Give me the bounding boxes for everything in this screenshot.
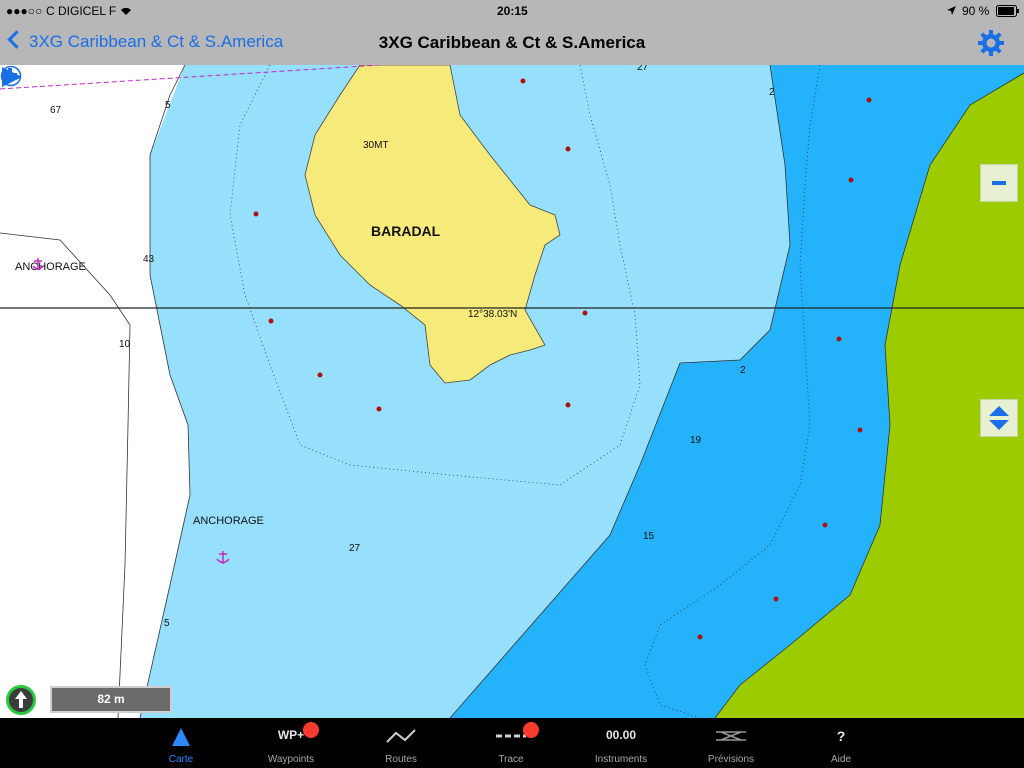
depth-sounding: 27 bbox=[349, 543, 361, 554]
gear-icon[interactable] bbox=[975, 27, 1007, 59]
tab-instruments[interactable]: 00.00 Instruments bbox=[576, 718, 666, 768]
anchor-icon bbox=[32, 258, 44, 270]
location-arrow-icon bbox=[947, 6, 956, 15]
tab-label: Waypoints bbox=[267, 754, 315, 765]
page-title: 3XG Caribbean & Ct & S.America bbox=[378, 33, 646, 52]
tab-aide[interactable]: ? Aide bbox=[796, 718, 886, 768]
layer-toggle-button[interactable] bbox=[980, 399, 1018, 437]
wifi-icon bbox=[121, 7, 131, 15]
tab-label: Trace bbox=[498, 754, 524, 765]
tab-label: Instruments bbox=[594, 754, 648, 765]
anchorage-label: ANCHORAGE bbox=[193, 515, 264, 527]
carrier-label: C DIGICEL F bbox=[46, 4, 117, 18]
depth-sounding: 5 bbox=[164, 618, 170, 629]
battery-label: 90 % bbox=[962, 4, 990, 18]
tab-routes[interactable]: Routes bbox=[356, 718, 446, 768]
info-icon[interactable] bbox=[0, 65, 22, 87]
depth-sounding: 5 bbox=[165, 100, 171, 111]
map-canvas bbox=[0, 65, 1024, 718]
zoom-out-button[interactable] bbox=[980, 164, 1018, 202]
tab-label: Aide bbox=[830, 754, 851, 765]
route-line-icon bbox=[386, 729, 416, 743]
tab-trace[interactable]: Trace bbox=[466, 718, 556, 768]
help-icon: ? bbox=[836, 728, 846, 744]
anchor-icon bbox=[216, 551, 230, 564]
instrument-readout-icon: 00.00 bbox=[605, 728, 637, 742]
north-up-button[interactable] bbox=[6, 685, 36, 715]
trace-dashes-icon bbox=[496, 734, 526, 738]
depth-sounding: 19 bbox=[690, 435, 702, 446]
depth-sounding: 15 bbox=[643, 531, 655, 542]
tab-bar: Carte WP+ Waypoints Routes Trace 00.00 I… bbox=[0, 718, 1024, 768]
notification-badge bbox=[523, 722, 539, 738]
depth-sounding: 2 bbox=[769, 87, 775, 98]
notification-badge bbox=[303, 722, 319, 738]
tab-label: Routes bbox=[385, 754, 417, 765]
minus-icon bbox=[992, 181, 1006, 185]
depth-sounding: 27 bbox=[637, 65, 649, 73]
tab-waypoints[interactable]: WP+ Waypoints bbox=[246, 718, 336, 768]
tab-label: Carte bbox=[168, 754, 194, 765]
depth-sounding: 43 bbox=[143, 254, 155, 265]
depth-sounding: 2 bbox=[740, 365, 746, 376]
island-name: BARADAL bbox=[371, 223, 441, 239]
scale-bar: 82 m bbox=[50, 686, 172, 713]
signal-icon: ●●●○○ bbox=[6, 4, 43, 18]
status-bar: ●●●○○ C DIGICEL F 20:15 90 % bbox=[0, 0, 1024, 22]
navigation-bar: 3XG Caribbean & Ct & S.America 3XG Carib… bbox=[0, 22, 1024, 65]
chart-map[interactable]: 67 5 43 10 5 27 2 2 19 15 27 30MT BARADA… bbox=[0, 65, 1024, 718]
weather-grid-icon bbox=[716, 731, 746, 741]
depth-sounding: 10 bbox=[119, 339, 131, 350]
island-height: 30MT bbox=[363, 140, 389, 151]
waypoint-add-icon: WP+ bbox=[277, 728, 305, 742]
up-down-arrows-icon bbox=[989, 406, 1009, 430]
tab-previsions[interactable]: Prévisions bbox=[686, 718, 776, 768]
tab-carte[interactable]: Carte bbox=[136, 718, 226, 768]
battery-icon bbox=[996, 5, 1019, 17]
tab-label: Prévisions bbox=[707, 754, 755, 765]
map-triangle-icon bbox=[172, 728, 190, 746]
depth-sounding: 67 bbox=[50, 105, 62, 116]
anchorage-label: ANCHORAGE bbox=[15, 261, 86, 273]
north-arrow-icon bbox=[15, 691, 27, 708]
latitude-label: 12°38.03'N bbox=[468, 309, 518, 320]
clock: 20:15 bbox=[497, 4, 528, 18]
